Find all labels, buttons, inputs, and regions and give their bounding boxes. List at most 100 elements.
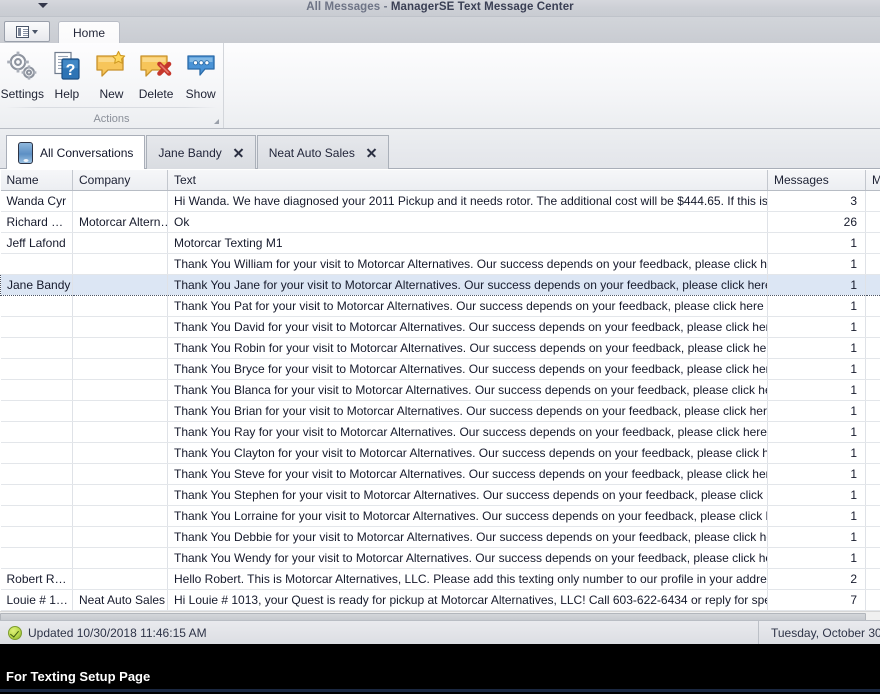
phone-icon xyxy=(18,141,33,164)
cell-messages: 1 xyxy=(767,379,866,401)
cell-text: Hello Robert. This is Motorcar Alternati… xyxy=(167,568,768,590)
settings-button[interactable]: Settings xyxy=(0,45,45,107)
new-button[interactable]: New xyxy=(89,45,134,107)
tab-all-conversations[interactable]: All Conversations xyxy=(6,135,146,169)
cell-name xyxy=(0,337,73,359)
table-row[interactable]: Thank You Brian for your visit to Motorc… xyxy=(0,400,880,422)
cell-text: Hi Wanda. We have diagnosed your 2011 Pi… xyxy=(167,190,768,212)
table-row[interactable]: Thank You Lorraine for your visit to Mot… xyxy=(0,505,880,527)
column-header-messages[interactable]: Messages xyxy=(767,170,866,191)
text-message-center-window: All Messages - ManagerSE Text Message Ce… xyxy=(0,0,880,694)
help-button-label: Help xyxy=(54,87,80,101)
window-title-prefix: All Messages xyxy=(306,1,381,13)
close-icon[interactable] xyxy=(366,147,377,158)
tab-neat-auto-sales-label: Neat Auto Sales xyxy=(268,145,355,160)
table-row[interactable]: Thank You William for your visit to Moto… xyxy=(0,253,880,275)
column-header-name[interactable]: Name xyxy=(0,170,73,191)
cell-name xyxy=(0,526,73,548)
cell-messages: 1 xyxy=(767,295,866,317)
table-row[interactable]: Thank You Pat for your visit to Motorcar… xyxy=(0,295,880,317)
cell-text: Ok xyxy=(167,211,768,233)
cell-messages: 7 xyxy=(767,589,866,611)
table-row[interactable]: Thank You David for your visit to Motorc… xyxy=(0,316,880,338)
cell-company xyxy=(72,526,168,548)
delete-message-icon xyxy=(139,49,173,85)
cell-messages: 1 xyxy=(767,253,866,275)
cell-more xyxy=(865,253,880,275)
ribbon-tab-home[interactable]: Home xyxy=(58,21,121,43)
cell-company xyxy=(72,295,168,317)
window-title: All Messages - ManagerSE Text Message Ce… xyxy=(0,1,880,13)
cell-messages: 1 xyxy=(767,316,866,338)
table-row[interactable]: Thank You Steve for your visit to Motorc… xyxy=(0,463,880,485)
cell-messages: 1 xyxy=(767,547,866,569)
table-row[interactable]: Thank You Bryce for your visit to Motorc… xyxy=(0,358,880,380)
cell-name xyxy=(0,316,73,338)
table-row[interactable]: Jane Bandy Thank You Jane for your visit … xyxy=(0,273,880,296)
table-row[interactable]: Thank You Ray for your visit to Motorcar… xyxy=(0,421,880,443)
new-button-label: New xyxy=(99,87,124,101)
cell-company xyxy=(72,484,168,506)
cell-company xyxy=(72,505,168,527)
cell-messages: 1 xyxy=(767,484,866,506)
cell-messages: 1 xyxy=(767,273,866,296)
title-bar: All Messages - ManagerSE Text Message Ce… xyxy=(0,0,880,17)
table-header: Name Company Text Messages M xyxy=(0,170,880,191)
table-row[interactable]: Thank You Debbie for your visit to Motor… xyxy=(0,526,880,548)
tab-neat-auto-sales[interactable]: Neat Auto Sales xyxy=(256,135,389,169)
footer-bar: For Texting Setup Page xyxy=(0,644,880,694)
cell-messages: 1 xyxy=(767,505,866,527)
cell-messages: 1 xyxy=(767,421,866,443)
ribbon-group-actions: Settings ? Help New Delete Show Actions xyxy=(0,43,224,128)
footer-divider xyxy=(0,689,880,692)
cell-messages: 1 xyxy=(767,400,866,422)
cell-company xyxy=(72,568,168,590)
cell-company xyxy=(72,400,168,422)
cell-more xyxy=(865,316,880,338)
app-menu-button[interactable] xyxy=(4,21,50,42)
cell-text: Thank You Brian for your visit to Motorc… xyxy=(167,400,768,422)
table-row[interactable]: Louie # 1… Neat Auto Sales Hi Louie # 1013… xyxy=(0,589,880,611)
cell-name xyxy=(0,400,73,422)
column-header-more[interactable]: M xyxy=(865,170,880,191)
close-icon[interactable] xyxy=(233,147,244,158)
column-header-text[interactable]: Text xyxy=(167,170,768,191)
cell-name xyxy=(0,421,73,443)
table-row[interactable]: Thank You Stephen for your visit to Moto… xyxy=(0,484,880,506)
show-message-icon xyxy=(184,49,218,85)
cell-messages: 2 xyxy=(767,568,866,590)
cell-company xyxy=(72,547,168,569)
cell-text: Thank You William for your visit to Moto… xyxy=(167,253,768,275)
ribbon-group-buttons: Settings ? Help New Delete Show xyxy=(0,43,223,109)
ribbon-tab-row: Home xyxy=(0,17,880,43)
cell-text: Thank You Steve for your visit to Motorc… xyxy=(167,463,768,485)
cell-company xyxy=(72,190,168,212)
table-row[interactable]: Thank You Robin for your visit to Motorc… xyxy=(0,337,880,359)
cell-more xyxy=(865,442,880,464)
table-row[interactable]: Richard … Motorcar Altern… Ok 26 xyxy=(0,211,880,233)
table-row[interactable]: Jeff Lafond Motorcar Texting M1 1 xyxy=(0,232,880,254)
delete-button[interactable]: Delete xyxy=(134,45,179,107)
table-row[interactable]: Robert R… Hello Robert. This is Motorcar … xyxy=(0,568,880,590)
cell-text: Thank You Debbie for your visit to Motor… xyxy=(167,526,768,548)
cell-more xyxy=(865,463,880,485)
cell-text: Thank You Robin for your visit to Motorc… xyxy=(167,337,768,359)
cell-more xyxy=(865,379,880,401)
dialog-launcher-icon[interactable] xyxy=(212,117,220,125)
tab-jane-bandy-label: Jane Bandy xyxy=(158,145,222,160)
cell-text: Hi Louie # 1013, your Quest is ready for… xyxy=(167,589,768,611)
cell-messages: 1 xyxy=(767,232,866,254)
table-row[interactable]: Wanda Cyr Hi Wanda. We have diagnosed you… xyxy=(0,190,880,212)
cell-more xyxy=(865,547,880,569)
messages-grid: Name Company Text Messages M Wanda Cyr Hi… xyxy=(0,169,880,625)
help-button[interactable]: ? Help xyxy=(45,45,90,107)
cell-name xyxy=(0,358,73,380)
table-row[interactable]: Thank You Blanca for your visit to Motor… xyxy=(0,379,880,401)
show-button-label: Show xyxy=(185,87,216,101)
table-row[interactable]: Thank You Wendy for your visit to Motorc… xyxy=(0,547,880,569)
cell-name: Jane Bandy xyxy=(0,273,73,296)
show-button[interactable]: Show xyxy=(178,45,223,107)
table-row[interactable]: Thank You Clayton for your visit to Moto… xyxy=(0,442,880,464)
column-header-company[interactable]: Company xyxy=(72,170,168,191)
tab-jane-bandy[interactable]: Jane Bandy xyxy=(146,135,256,169)
